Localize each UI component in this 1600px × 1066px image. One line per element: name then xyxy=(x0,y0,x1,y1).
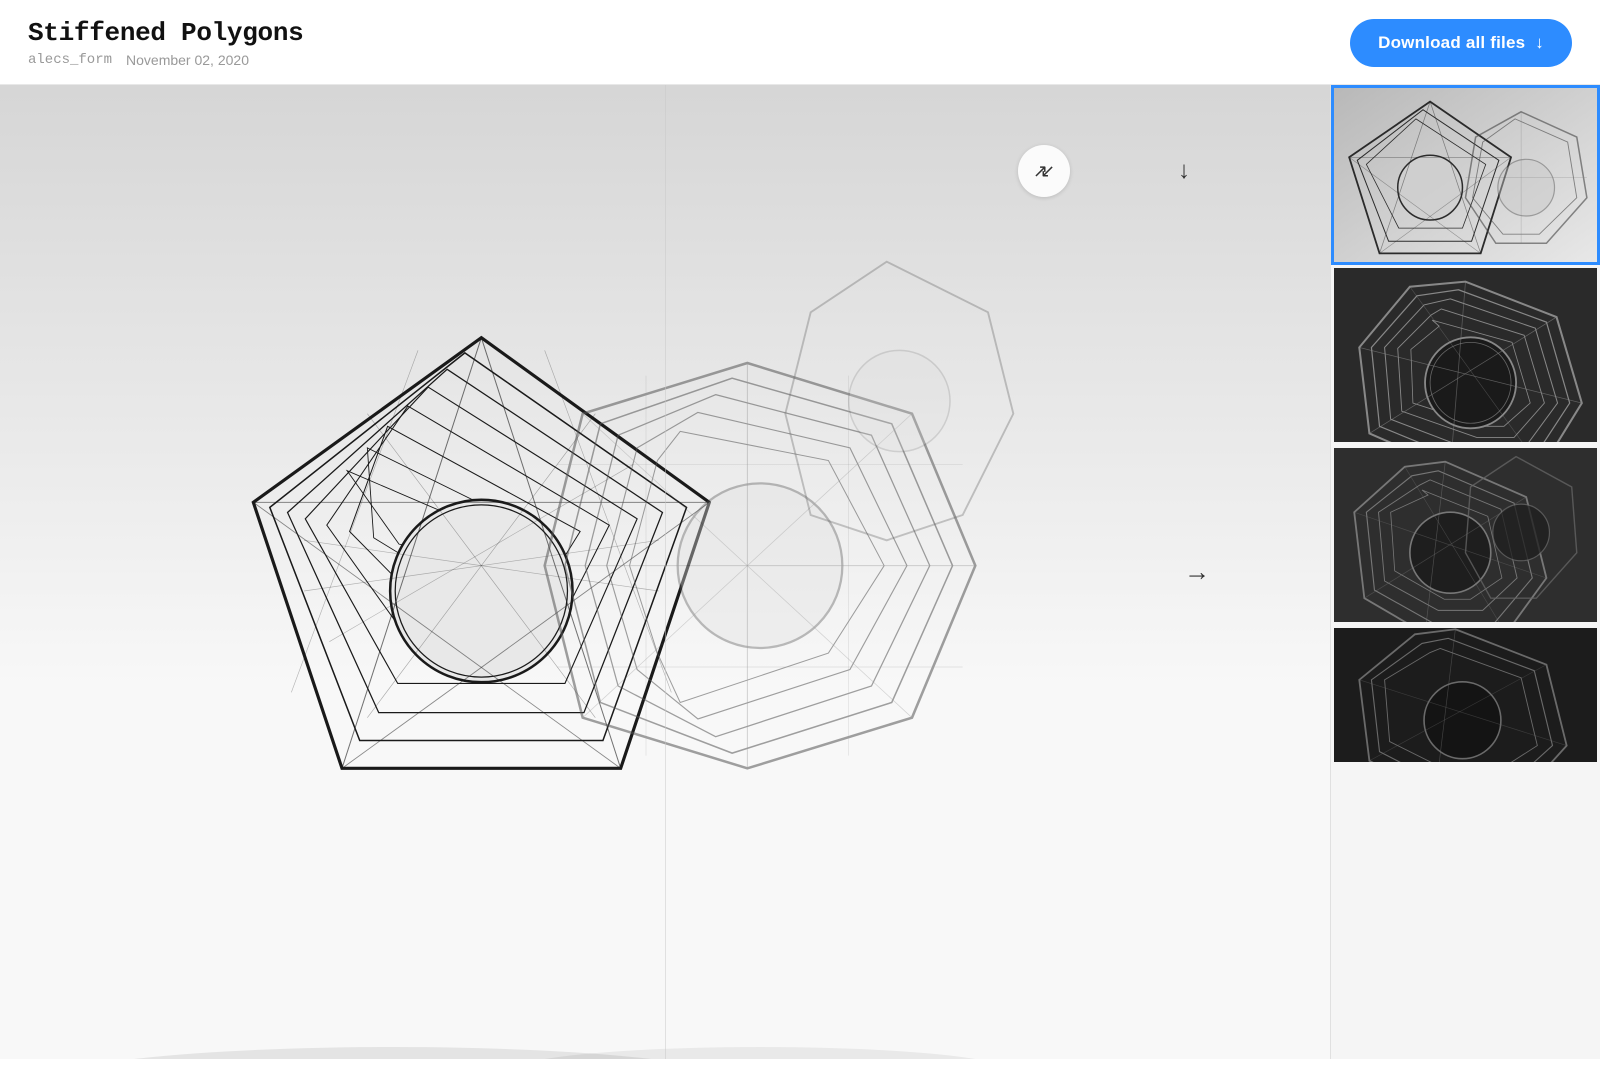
next-icon: → xyxy=(1184,557,1210,587)
thumbnail-sidebar xyxy=(1330,85,1600,1059)
page-title: Stiffened Polygons xyxy=(28,18,303,48)
thumbnail-item-1[interactable] xyxy=(1331,85,1600,265)
download-single-button[interactable]: ↓ xyxy=(1158,145,1210,197)
download-all-button[interactable]: Download all files ↓ xyxy=(1350,19,1572,67)
image-viewer: ↗ ↙ ↓ → xyxy=(0,85,1330,1059)
main-content: ↗ ↙ ↓ → xyxy=(0,85,1600,1059)
download-all-icon: ↓ xyxy=(1535,33,1544,53)
expand-button[interactable]: ↗ ↙ xyxy=(1018,145,1070,197)
thumbnail-item-4[interactable] xyxy=(1331,625,1600,765)
viewer-divider xyxy=(665,85,666,1059)
page-header: Stiffened Polygons alecs_form November 0… xyxy=(0,0,1600,85)
thumbnail-item-3[interactable] xyxy=(1331,445,1600,625)
date-text: November 02, 2020 xyxy=(126,52,249,68)
thumbnail-item-2[interactable] xyxy=(1331,265,1600,445)
next-image-button[interactable]: → xyxy=(1184,557,1210,588)
collapse-icon: ↙ xyxy=(1040,161,1055,182)
download-single-icon: ↓ xyxy=(1178,157,1190,185)
header-left: Stiffened Polygons alecs_form November 0… xyxy=(28,18,303,68)
download-all-label: Download all files xyxy=(1378,33,1525,53)
header-meta: alecs_form November 02, 2020 xyxy=(28,52,303,68)
author-name: alecs_form xyxy=(28,52,112,68)
